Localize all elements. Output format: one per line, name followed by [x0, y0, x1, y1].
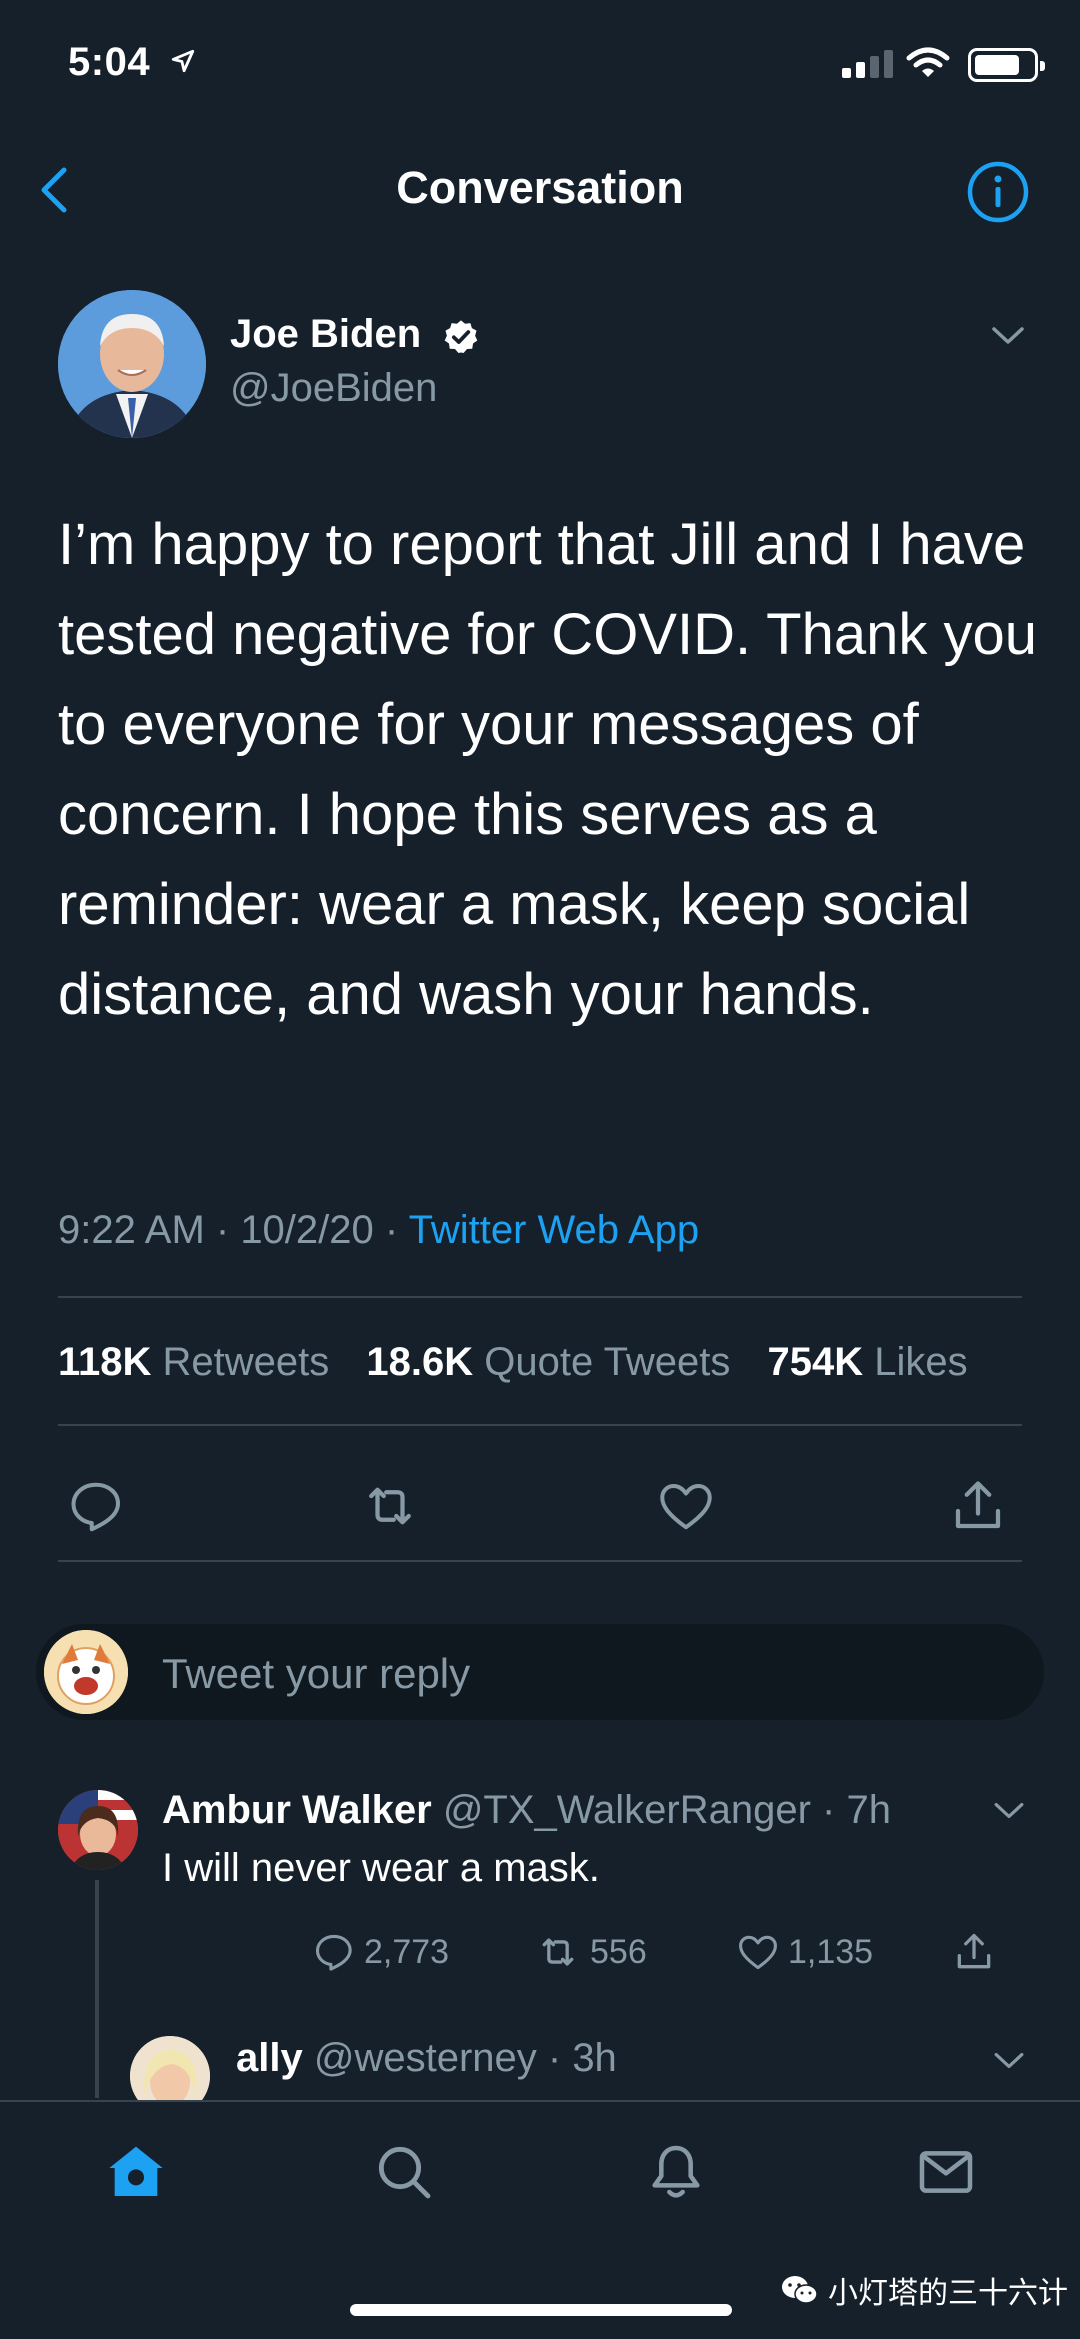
- like-button[interactable]: [656, 1476, 716, 1536]
- retweet-icon: [369, 1487, 411, 1525]
- share-icon: [957, 1933, 991, 1969]
- likes-stat[interactable]: 754K Likes: [768, 1340, 968, 1384]
- retweet-icon: [542, 1938, 574, 1966]
- quote-tweets-label: Quote Tweets: [484, 1340, 731, 1384]
- tweet-time: 9:22 AM: [58, 1208, 205, 1252]
- reply-author-name[interactable]: ally: [236, 2036, 303, 2080]
- search-icon: [378, 2146, 431, 2199]
- heart-icon: [739, 1935, 777, 1970]
- reply-author-handle[interactable]: @TX_WalkerRanger: [443, 1788, 811, 1832]
- wifi-icon: [906, 46, 950, 80]
- watermark-text: 小灯塔的三十六计: [828, 2277, 1068, 2310]
- retweets-stat[interactable]: 118K Retweets: [58, 1340, 329, 1384]
- chevron-down-icon[interactable]: [992, 1800, 1026, 1822]
- mail-icon: [919, 2151, 973, 2193]
- reply-input-placeholder[interactable]: Tweet your reply: [162, 1650, 470, 1698]
- reply-author-name[interactable]: Ambur Walker: [162, 1788, 432, 1832]
- user-avatar: [44, 1630, 128, 1714]
- tab-messages[interactable]: [914, 2140, 978, 2204]
- reply-author-handle[interactable]: @westerney: [314, 2036, 537, 2080]
- info-button[interactable]: [966, 160, 1030, 224]
- like-count: 1,135: [788, 1932, 874, 1971]
- status-time: 5:04: [68, 40, 151, 84]
- likes-count: 754K: [767, 1340, 864, 1384]
- retweet-button[interactable]: [360, 1476, 420, 1536]
- tab-search[interactable]: [372, 2140, 436, 2204]
- quote-tweets-stat[interactable]: 18.6K Quote Tweets: [366, 1340, 730, 1384]
- divider: [58, 1560, 1022, 1562]
- retweet-count: 556: [590, 1932, 647, 1971]
- author-handle[interactable]: @JoeBiden: [230, 366, 437, 411]
- reply-retweet-button[interactable]: 556: [534, 1930, 647, 1974]
- tab-home[interactable]: [104, 2140, 168, 2204]
- heart-icon: [660, 1484, 712, 1530]
- separator-dot: ·: [536, 2036, 573, 2080]
- share-icon: [955, 1481, 1001, 1529]
- quote-tweets-count: 18.6K: [366, 1340, 474, 1384]
- reply-share-button[interactable]: [952, 1930, 996, 1974]
- wechat-icon: [782, 2276, 818, 2304]
- reply-author-avatar[interactable]: [58, 1790, 138, 1870]
- share-button[interactable]: [948, 1476, 1008, 1536]
- reply-count: 2,773: [364, 1932, 450, 1971]
- thread-line: [95, 1880, 99, 2098]
- author-avatar[interactable]: [58, 290, 206, 438]
- tweet-metadata: 9:22 AM · 10/2/20 · Twitter Web App: [58, 1208, 700, 1252]
- battery-icon: [968, 48, 1045, 82]
- reply-reply-button[interactable]: 2,773: [312, 1930, 449, 1974]
- reply-icon: [71, 1482, 120, 1532]
- home-icon: [109, 2146, 163, 2196]
- watermark: 小灯塔的三十六计: [780, 2268, 1068, 2312]
- chevron-down-icon[interactable]: [992, 2050, 1026, 2072]
- cellular-signal-icon: [842, 50, 893, 78]
- reply-text: I will never wear a mask.: [162, 1846, 600, 1890]
- tweet-stats: 118K Retweets 18.6K Quote Tweets 754K Li…: [58, 1340, 968, 1385]
- reply-age: 7h: [846, 1788, 891, 1832]
- retweets-label: Retweets: [162, 1340, 330, 1384]
- likes-label: Likes: [874, 1340, 968, 1384]
- reply-button[interactable]: [66, 1476, 126, 1536]
- reply-age: 3h: [572, 2036, 617, 2080]
- home-indicator[interactable]: [350, 2304, 732, 2316]
- tweet-date: 10/2/20: [240, 1208, 374, 1252]
- tweet-text: I’m happy to report that Jill and I have…: [58, 512, 1038, 1027]
- retweets-count: 118K: [58, 1340, 152, 1384]
- reply-header: ally @westerney · 3h: [236, 2036, 617, 2081]
- bell-icon: [652, 2145, 700, 2198]
- tweet-source-link[interactable]: Twitter Web App: [409, 1208, 700, 1252]
- tab-notifications[interactable]: [644, 2140, 708, 2204]
- author-name[interactable]: Joe Biden: [230, 312, 421, 357]
- reply-header: Ambur Walker @TX_WalkerRanger · 7h: [162, 1788, 891, 1833]
- reply-like-button[interactable]: 1,135: [736, 1930, 873, 1974]
- chevron-down-icon[interactable]: [990, 324, 1026, 348]
- divider: [58, 1296, 1022, 1298]
- reply-icon: [315, 1934, 352, 1971]
- verified-badge-icon: [442, 318, 480, 356]
- location-arrow-icon: [170, 48, 196, 74]
- separator-dot: ·: [810, 1788, 847, 1832]
- divider: [58, 1424, 1022, 1426]
- page-title: Conversation: [396, 162, 684, 213]
